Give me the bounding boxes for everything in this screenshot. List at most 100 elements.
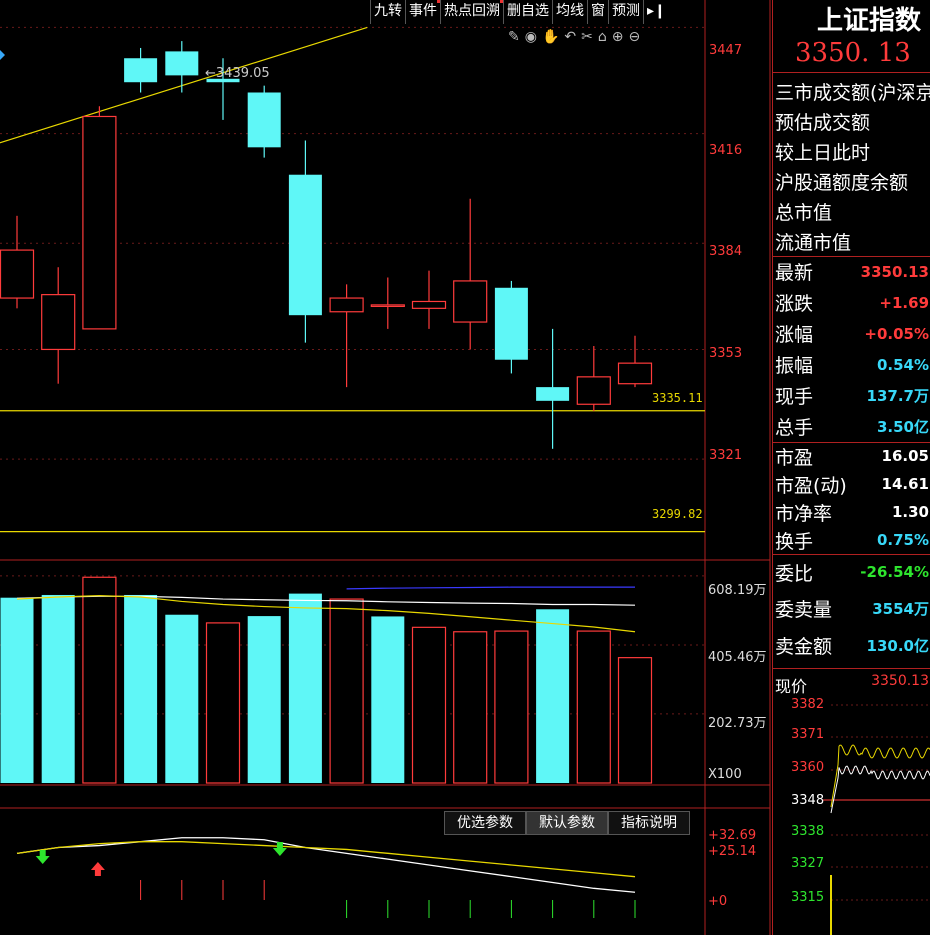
- candle-body: [370, 304, 405, 308]
- info-rows: 三市成交额(沪深京 预估成交额 较上日此时 沪股通额度余额 总市值 流通市值: [775, 78, 930, 258]
- tb-hot-replay[interactable]: 热点回溯: [440, 0, 503, 24]
- tb-ma[interactable]: 均线: [552, 0, 587, 24]
- hline-upper-label: 3335.11: [652, 391, 703, 405]
- stat-label: 市盈(动): [775, 474, 847, 497]
- indicator-lines: [16, 837, 636, 893]
- zoom-out-icon[interactable]: ⊖: [628, 29, 640, 47]
- hand-icon[interactable]: ✋: [542, 29, 559, 47]
- candle-body: [165, 51, 199, 76]
- indicator-line: [16, 837, 636, 893]
- horizontal-lines[interactable]: [0, 410, 705, 533]
- diamond-marker-icon: [0, 50, 5, 60]
- candle-body: [536, 387, 570, 401]
- stat-value: 3.50亿: [876, 418, 929, 436]
- stat-value: 0.54%: [876, 355, 929, 374]
- high-value: 3439.05: [215, 66, 270, 81]
- index-price: 3350. 13: [795, 38, 911, 68]
- candle-body: [41, 294, 76, 351]
- price-tick: 3353: [709, 346, 743, 361]
- volume-bar: [288, 593, 322, 783]
- volume-bar: [205, 622, 241, 784]
- quote-panel: 上证指数 3350. 13 三市成交额(沪深京 预估成交额 较上日此时 沪股通额…: [772, 0, 930, 935]
- stat-value: 3350.13: [860, 262, 929, 281]
- stat-row: 现手 137.7万: [775, 380, 929, 411]
- candle-body: [411, 300, 447, 309]
- volume-bar: [165, 614, 199, 783]
- mini-tick: 3360: [791, 760, 825, 775]
- candle-body: [494, 287, 528, 360]
- volume-bar: [453, 631, 488, 784]
- tb-jiuzhuan[interactable]: 九转: [370, 0, 405, 24]
- indicator-tick: +32.69: [708, 828, 757, 843]
- info-row: 较上日此时: [775, 142, 871, 164]
- stat-row: 总手 3.50亿: [775, 411, 929, 442]
- stat-value: 14.61: [881, 475, 929, 493]
- candle-body: [288, 174, 322, 316]
- stat-label: 现手: [775, 386, 814, 408]
- eye-icon[interactable]: ◉: [525, 29, 537, 47]
- stat-label: 最新: [775, 262, 814, 284]
- volume-unit: X100: [708, 767, 742, 782]
- indicator-tick: +0: [708, 894, 728, 909]
- zoom-in-icon[interactable]: ⊕: [612, 29, 624, 47]
- stat-label: 委比: [775, 562, 814, 585]
- kline-chart[interactable]: [0, 0, 772, 935]
- volume-bar: [617, 657, 653, 784]
- volume-bar: [329, 598, 364, 784]
- indicator-markers: [35, 842, 636, 918]
- price-tick: 3416: [709, 143, 743, 158]
- candle-body: [617, 362, 653, 385]
- volume-bar: [124, 594, 158, 783]
- stat-value: 130.0亿: [866, 637, 929, 655]
- stat-row: 涨跌 +1.69: [775, 287, 929, 318]
- volume-ma-line: [346, 586, 635, 590]
- info-row: 总市值: [775, 202, 833, 224]
- panel-expand-icon[interactable]: ▸❙: [643, 0, 669, 24]
- undo-icon[interactable]: ↶: [564, 29, 576, 47]
- pencil-icon[interactable]: ✎: [508, 29, 520, 47]
- optimal-params-button[interactable]: 优选参数: [444, 811, 526, 835]
- mini-tick: 3338: [791, 824, 825, 839]
- stat-label: 委卖量: [775, 599, 833, 621]
- tb-window[interactable]: 窗: [587, 0, 608, 24]
- stat-row: 委卖量 3554万: [775, 590, 929, 627]
- trend-line[interactable]: [0, 26, 368, 144]
- current-price-row: 现价 3350.13: [775, 673, 929, 697]
- mini-tick: 3382: [791, 697, 825, 712]
- stat-value: 137.7万: [866, 387, 929, 405]
- volume-bar: [494, 630, 529, 784]
- candle-body: [0, 249, 35, 299]
- volume-bar: [536, 609, 570, 783]
- candles[interactable]: [0, 41, 653, 449]
- stat-label: 振幅: [775, 355, 814, 377]
- trend-line-segment: [0, 26, 368, 144]
- tb-forecast[interactable]: 预测: [608, 0, 643, 24]
- stat-label: 市盈: [775, 446, 814, 469]
- indicator-help-button[interactable]: 指标说明: [608, 811, 690, 835]
- current-price-label: 现价: [775, 677, 808, 696]
- indicator-line: [16, 841, 636, 878]
- lock-icon[interactable]: ⌂: [598, 29, 607, 47]
- stat-value: -26.54%: [860, 563, 929, 581]
- volume-bar: [247, 616, 281, 783]
- price-tick: 3384: [709, 244, 743, 259]
- stat-row: 振幅 0.54%: [775, 349, 929, 380]
- stat-value: 1.30: [891, 503, 929, 521]
- tb-remove-favorite[interactable]: 删自选: [503, 0, 552, 24]
- stat-row: 市盈(动) 14.61: [775, 470, 929, 498]
- stat-value: 0.75%: [876, 531, 929, 549]
- high-label: ←3439.05: [205, 66, 270, 81]
- mini-tick: 3315: [791, 890, 825, 905]
- scissors-icon[interactable]: ✂: [581, 29, 593, 47]
- stat-label: 涨跌: [775, 293, 814, 315]
- stat-label: 总手: [775, 417, 814, 439]
- default-params-button[interactable]: 默认参数: [526, 811, 608, 835]
- tb-events[interactable]: 事件: [405, 0, 440, 24]
- volume-bar: [411, 626, 447, 784]
- stat-row: 换手 0.75%: [775, 526, 929, 554]
- top-toolbar: 九转 事件 热点回溯 删自选 均线 窗 预测 ▸❙: [370, 0, 705, 24]
- intraday-price-line: [830, 765, 930, 814]
- stat-row: 最新 3350.13: [775, 256, 929, 287]
- volume-tick: 202.73万: [708, 716, 767, 731]
- stat-row: 卖金额 130.0亿: [775, 627, 929, 664]
